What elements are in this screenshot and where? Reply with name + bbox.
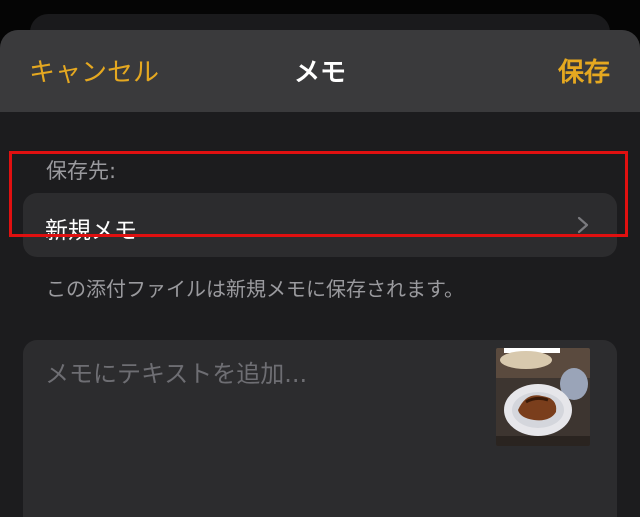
destination-label: 新規メモ [45, 218, 137, 244]
destination-row[interactable]: 新規メモ [23, 193, 617, 257]
note-card [23, 340, 617, 517]
share-sheet: キャンセル メモ 保存 保存先: 新規メモ この添付ファイルは新規メモに保存され… [0, 30, 640, 517]
sheet-title: メモ [293, 58, 346, 88]
note-text-input[interactable] [45, 354, 485, 394]
destination-section-label: 保存先: [46, 159, 117, 183]
chevron-right-icon [577, 216, 589, 234]
save-button[interactable]: 保存 [558, 52, 610, 89]
destination-info-text: この添付ファイルは新規メモに保存されます。 [46, 277, 464, 301]
navigation-bar: キャンセル メモ 保存 [0, 30, 640, 112]
photo-thumbnail[interactable] [496, 348, 590, 446]
